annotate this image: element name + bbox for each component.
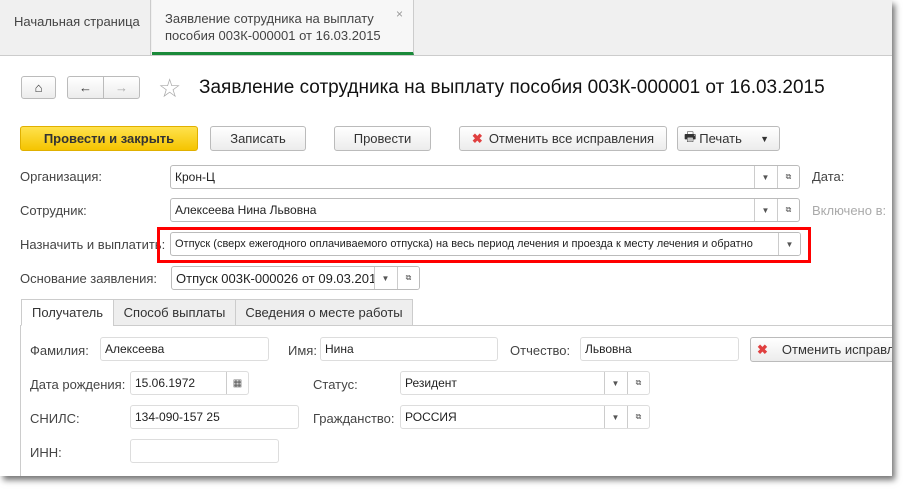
cancel-all-fixes-button[interactable]: ✖ Отменить все исправления — [459, 126, 667, 151]
last-name-field[interactable]: Алексеева — [100, 337, 269, 361]
tab-document[interactable]: Заявление сотрудника на выплату пособия … — [152, 0, 414, 55]
birth-date-field[interactable]: 15.06.1972 ▦ — [130, 371, 249, 395]
open-icon[interactable]: ⧉ — [397, 267, 419, 289]
open-icon[interactable]: ⧉ — [777, 199, 799, 221]
post-and-close-button[interactable]: Провести и закрыть — [20, 126, 198, 151]
tab-recipient[interactable]: Получатель — [21, 299, 114, 326]
inn-label: ИНН: — [30, 445, 62, 460]
button-label: Печать — [699, 131, 742, 146]
included-label: Включено в: — [812, 203, 887, 218]
organization-field[interactable]: Крон-Ц ▼ ⧉ — [170, 165, 800, 189]
forward-button[interactable]: → — [103, 76, 140, 99]
snils-field[interactable]: 134-090-157 25 — [130, 405, 299, 429]
last-name-label: Фамилия: — [30, 343, 89, 358]
button-label: Отменить все исправления — [488, 131, 655, 146]
dropdown-icon[interactable]: ▼ — [778, 233, 800, 255]
middle-name-field[interactable]: Львовна — [580, 337, 739, 361]
close-tab-icon[interactable]: × — [396, 6, 403, 23]
open-icon[interactable]: ⧉ — [627, 406, 649, 428]
dropdown-icon[interactable]: ▼ — [754, 166, 776, 188]
dropdown-icon[interactable]: ▼ — [604, 372, 626, 394]
home-button[interactable]: ⌂ — [21, 76, 56, 99]
document-window: Начальная страница Заявление сотрудника … — [0, 0, 892, 476]
field-value: Отпуск (сверх ежегодного оплачиваемого о… — [175, 238, 753, 250]
dropdown-icon[interactable]: ▼ — [754, 199, 776, 221]
field-value: Резидент — [405, 376, 457, 390]
tab-label: Заявление сотрудника на выплату — [165, 11, 374, 26]
status-field[interactable]: Резидент ▼ ⧉ — [400, 371, 650, 395]
open-icon[interactable]: ⧉ — [777, 166, 799, 188]
field-value: 15.06.1972 — [135, 376, 196, 390]
first-name-label: Имя: — [288, 343, 317, 358]
back-button[interactable]: ← — [67, 76, 104, 99]
post-button[interactable]: Провести — [334, 126, 431, 151]
field-value: Алексеева Нина Львовна — [175, 203, 317, 217]
tab-label: пособия 003К-000001 от 16.03.2015 — [165, 28, 381, 43]
save-button[interactable]: Записать — [210, 126, 306, 151]
printer-icon: 🖶 — [684, 128, 697, 144]
field-value: Отпуск 003К-000026 от 09.03.2015 — [176, 270, 384, 286]
inn-field[interactable] — [130, 439, 279, 463]
citizenship-label: Гражданство: — [313, 411, 395, 426]
cancel-x-icon: ✖ — [757, 341, 768, 357]
basis-field[interactable]: Отпуск 003К-000026 от 09.03.2015 ▼ ⧉ — [171, 266, 420, 290]
home-icon: ⌂ — [34, 80, 43, 95]
field-value: РОССИЯ — [405, 410, 457, 424]
cancel-x-icon: ✖ — [471, 130, 483, 146]
dropdown-icon[interactable]: ▼ — [374, 267, 396, 289]
field-value: Крон-Ц — [175, 170, 215, 184]
print-button[interactable]: 🖶 Печать ▼ — [677, 126, 780, 151]
tab-home[interactable]: Начальная страница — [0, 0, 151, 55]
arrow-left-icon: ← — [79, 80, 92, 95]
employee-label: Сотрудник: — [20, 203, 87, 218]
assign-label: Назначить и выплатить: — [20, 237, 166, 252]
tab-label: Начальная страница — [14, 14, 140, 29]
middle-name-label: Отчество: — [510, 343, 571, 358]
birth-date-label: Дата рождения: — [30, 377, 126, 392]
snils-label: СНИЛС: — [30, 411, 80, 426]
calendar-icon[interactable]: ▦ — [226, 372, 248, 394]
dropdown-icon[interactable]: ▼ — [604, 406, 626, 428]
citizenship-field[interactable]: РОССИЯ ▼ ⧉ — [400, 405, 650, 429]
date-label: Дата: — [812, 169, 845, 184]
basis-label: Основание заявления: — [20, 271, 158, 286]
tab-payment-method[interactable]: Способ выплаты — [113, 299, 236, 326]
page-title: Заявление сотрудника на выплату пособия … — [199, 77, 825, 98]
employee-field[interactable]: Алексеева Нина Львовна ▼ ⧉ — [170, 198, 800, 222]
first-name-field[interactable]: Нина — [320, 337, 498, 361]
arrow-right-icon: → — [115, 80, 128, 95]
open-icon[interactable]: ⧉ — [627, 372, 649, 394]
assign-benefit-select[interactable]: Отпуск (сверх ежегодного оплачиваемого о… — [170, 232, 801, 256]
button-label: Отменить исправления — [781, 342, 892, 357]
organization-label: Организация: — [20, 169, 103, 184]
star-icon[interactable]: ☆ — [158, 73, 181, 104]
tab-bar: Начальная страница Заявление сотрудника … — [0, 0, 892, 56]
status-label: Статус: — [313, 377, 358, 392]
tab-work-info[interactable]: Сведения о месте работы — [235, 299, 413, 326]
chevron-down-icon: ▼ — [760, 133, 769, 144]
cancel-fixes-button[interactable]: ✖ Отменить исправления — [750, 337, 892, 362]
